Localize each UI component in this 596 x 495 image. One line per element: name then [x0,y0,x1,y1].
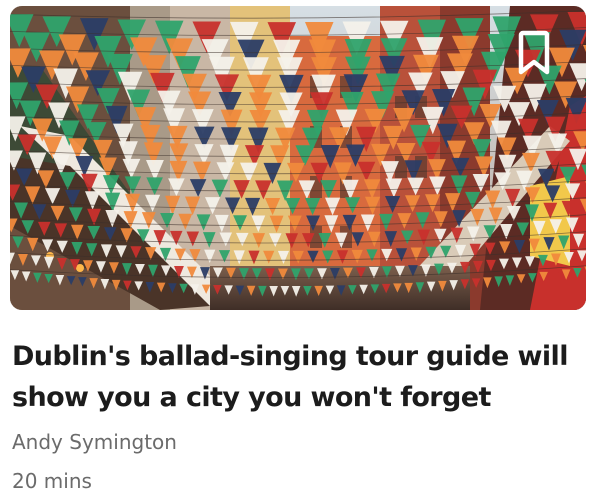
hero-image[interactable] [10,6,586,310]
bookmark-icon [518,30,550,75]
article-card[interactable]: Dublin's ballad-singing tour guide will … [0,0,596,494]
article-author: Andy Symington [12,430,177,454]
bunting-street-photo [10,6,586,310]
article-title[interactable]: Dublin's ballad-singing tour guide will … [12,336,582,418]
bookmark-button[interactable] [510,24,558,80]
read-duration: 20 mins [12,469,92,493]
